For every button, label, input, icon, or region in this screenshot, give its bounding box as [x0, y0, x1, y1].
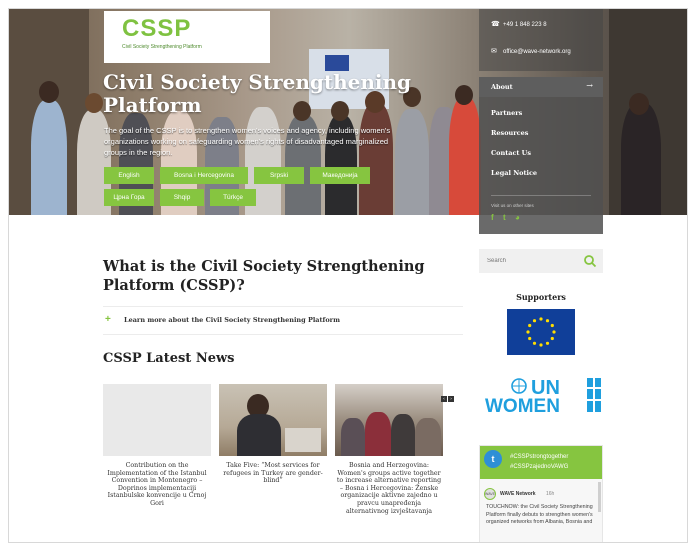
menu-item-about[interactable]: About → — [479, 77, 603, 97]
hero-person-head — [39, 81, 59, 103]
hashtag[interactable]: #CSSPstrongtogether — [510, 454, 568, 460]
news-card[interactable]: Take Five: “Most services for refugees i… — [219, 384, 327, 485]
thumbnail-body — [237, 414, 281, 456]
un-women-logo[interactable]: UN WOMEN — [479, 374, 603, 417]
hero-person — [621, 103, 661, 215]
hero-person-head — [629, 93, 649, 115]
search-icon[interactable] — [583, 254, 597, 268]
page-heading: What is the Civil Society Strengthening … — [103, 258, 425, 294]
menu-item-contact[interactable]: Contact Us — [491, 149, 531, 157]
hero-person-head — [455, 85, 473, 105]
hashtag[interactable]: #CSSPzajednoVAWG — [510, 464, 568, 470]
hero-person-head — [85, 93, 103, 113]
news-caption[interactable]: Contribution on the Implementation of th… — [103, 462, 211, 508]
page: CSSP Civil Society Strengthening Platfor… — [8, 8, 688, 543]
menu-item-legal[interactable]: Legal Notice — [491, 169, 537, 177]
phone-number: +49 1 848 223 8 — [503, 22, 547, 28]
lang-button-srpski[interactable]: Srpski — [254, 167, 304, 184]
carousel-controls: ‹ › — [441, 385, 455, 404]
thumbnail-person — [341, 418, 365, 456]
lang-button-bosna[interactable]: Bosna i Hercegovina — [160, 167, 248, 184]
lang-button-english[interactable]: English — [104, 167, 154, 184]
lang-button-turkce[interactable]: Türkçe — [210, 189, 256, 206]
scrollbar[interactable] — [598, 482, 601, 512]
eu-flag-logo[interactable] — [507, 309, 575, 355]
thumbnail-person — [365, 412, 391, 456]
news-thumbnail[interactable] — [335, 384, 443, 456]
arrow-right-icon: → — [586, 81, 593, 90]
follow-label: Visit us on other sites — [491, 203, 534, 208]
hero-bg-flag — [325, 55, 349, 71]
search-input[interactable] — [483, 252, 579, 270]
menu-divider — [491, 195, 591, 196]
search-box — [479, 249, 603, 273]
thumbnail-person — [391, 414, 415, 456]
mail-icon: ✉ — [491, 48, 497, 55]
lang-button-makedonija[interactable]: Македонија — [310, 167, 370, 184]
avatar[interactable]: WAVE — [484, 488, 496, 500]
un-women-logo-art: UN WOMEN — [485, 377, 601, 417]
menu-item-resources[interactable]: Resources — [491, 129, 528, 137]
news-heading: CSSP Latest News — [103, 351, 235, 366]
twitter-icon[interactable]: t — [503, 213, 506, 222]
phone-icon: ☎ — [491, 21, 500, 28]
news-thumbnail[interactable] — [103, 384, 211, 456]
news-caption[interactable]: Bosnia and Herzegovina: Women's groups a… — [335, 462, 443, 515]
news-card[interactable]: Bosnia and Herzegovina: Women's groups a… — [335, 384, 443, 515]
thumbnail-laptop — [285, 428, 321, 452]
menu-label-about: About — [491, 83, 513, 91]
hero-person — [31, 100, 67, 215]
divider — [103, 306, 463, 307]
logo-tagline: Civil Society Strengthening Platform — [122, 44, 202, 50]
news-caption[interactable]: Take Five: “Most services for refugees i… — [219, 462, 327, 485]
news-card[interactable]: Contribution on the Implementation of th… — [103, 384, 211, 508]
tweet-text: TOUCHNOW: the Civil Society Strengthenin… — [486, 504, 593, 526]
divider — [103, 334, 463, 335]
email-address: office@wave-network.org — [503, 49, 571, 55]
learn-more-toggle[interactable]: + Learn more about the Civil Society Str… — [103, 314, 463, 329]
menu-item-partners[interactable]: Partners — [491, 109, 522, 117]
rss-icon[interactable]: ◕ — [515, 213, 520, 222]
contact-email[interactable]: ✉ office@wave-network.org — [491, 47, 571, 55]
twitter-widget: t #CSSPstrongtogether #CSSPzajednoVAWG W… — [479, 445, 603, 542]
contact-box: ☎ +49 1 848 223 8 ✉ office@wave-network.or… — [479, 9, 603, 71]
learn-more-label: Learn more about the Civil Society Stren… — [124, 316, 340, 324]
hero-person — [359, 103, 393, 215]
news-thumbnail[interactable] — [219, 384, 327, 456]
lang-button-crna-gora[interactable]: Црна Гора — [104, 189, 154, 206]
hero-person — [449, 97, 481, 215]
logo-text: CSSP — [122, 15, 192, 42]
next-icon[interactable]: › — [448, 396, 454, 402]
tweet-author[interactable]: WAVE Network — [500, 491, 535, 497]
plus-icon: + — [105, 314, 111, 325]
lang-button-shqip[interactable]: Shqip — [160, 189, 204, 206]
tweet-time: 16h — [546, 491, 555, 497]
site-logo[interactable]: CSSP Civil Society Strengthening Platfor… — [104, 11, 270, 63]
thumbnail-person — [415, 418, 441, 456]
contact-phone[interactable]: ☎ +49 1 848 223 8 — [491, 20, 547, 28]
twitter-bird-icon[interactable]: t — [484, 450, 502, 468]
facebook-icon[interactable]: f — [491, 213, 494, 222]
svg-text:WOMEN: WOMEN — [485, 396, 560, 414]
prev-icon[interactable]: ‹ — [441, 396, 447, 402]
supporters-heading: Supporters — [516, 292, 566, 302]
hero-description: The goal of the CSSP is to strengthen wo… — [104, 126, 391, 157]
nav-menu: About → Partners Resources Contact Us Le… — [479, 77, 603, 234]
twitter-header: t #CSSPstrongtogether #CSSPzajednoVAWG — [480, 446, 602, 479]
hero-title: Civil Society Strengthening Platform — [103, 70, 412, 117]
